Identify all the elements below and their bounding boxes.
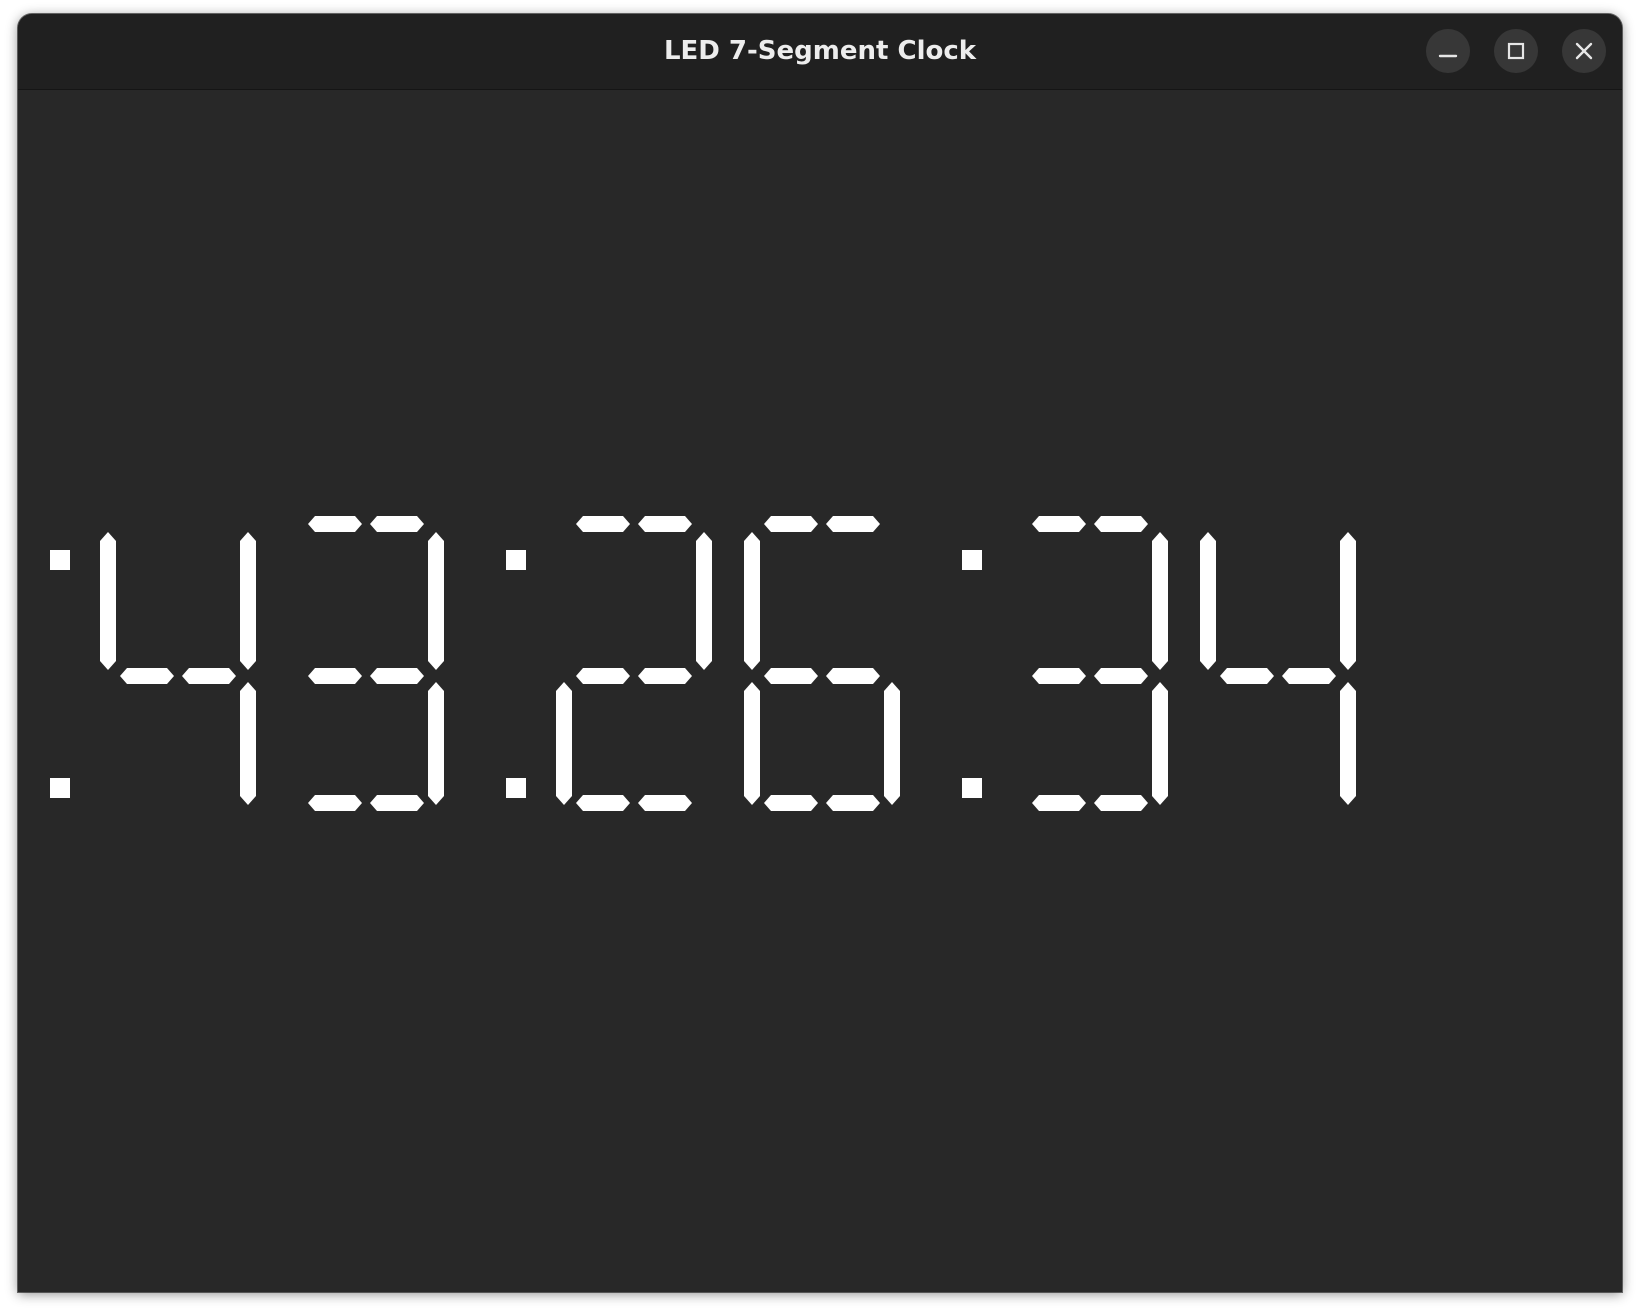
segment-f	[744, 532, 760, 670]
segment-g-left	[576, 668, 630, 684]
segment-g-right	[1094, 668, 1148, 684]
close-icon	[1575, 42, 1593, 60]
segment-g-right	[370, 668, 424, 684]
segment-b	[240, 532, 256, 670]
segment-g-left	[1220, 668, 1274, 684]
segment-a-right	[638, 516, 692, 532]
segment-a-right	[826, 516, 880, 532]
segment-c	[1340, 682, 1356, 805]
minimize-icon	[1438, 54, 1458, 58]
clock-colon-1	[506, 550, 526, 798]
segment-g-right	[638, 668, 692, 684]
segment-b	[1340, 532, 1356, 670]
clock-digit-1	[100, 532, 256, 805]
clock-digit-6	[1200, 532, 1356, 805]
clock-colon-2	[962, 550, 982, 798]
clock-digit-2	[308, 516, 444, 811]
segment-g-left	[120, 668, 174, 684]
segment-d-left	[1032, 795, 1086, 811]
segment-d-left	[308, 795, 362, 811]
clock-digit-3	[556, 516, 712, 811]
segment-c	[428, 682, 444, 805]
colon-dot-top	[962, 550, 982, 570]
segment-e	[556, 682, 572, 805]
app-window: LED 7-Segment Clock	[18, 14, 1622, 1292]
segment-d-left	[764, 795, 818, 811]
segment-g-left	[764, 668, 818, 684]
segment-b	[1152, 532, 1168, 670]
segment-g-left	[308, 668, 362, 684]
segment-f	[100, 532, 116, 670]
close-button[interactable]	[1562, 29, 1606, 73]
segment-a-right	[370, 516, 424, 532]
segment-b	[428, 532, 444, 670]
segment-a-left	[576, 516, 630, 532]
window-title: LED 7-Segment Clock	[663, 36, 977, 66]
segment-a-right	[1094, 516, 1148, 532]
seven-segment-clock	[50, 516, 1356, 811]
segment-b	[696, 532, 712, 670]
clock-colon-0	[50, 550, 70, 798]
clock-digit-4	[744, 516, 900, 811]
segment-d-left	[576, 795, 630, 811]
colon-dot-bottom	[962, 778, 982, 798]
clock-display-area	[18, 90, 1622, 1292]
colon-dot-top	[50, 550, 70, 570]
segment-g-right	[1282, 668, 1336, 684]
segment-a-left	[308, 516, 362, 532]
segment-c	[884, 682, 900, 805]
colon-dot-bottom	[506, 778, 526, 798]
segment-c	[1152, 682, 1168, 805]
maximize-icon	[1507, 42, 1525, 60]
segment-c	[240, 682, 256, 805]
minimize-button[interactable]	[1426, 29, 1470, 73]
segment-a-left	[764, 516, 818, 532]
segment-a-left	[1032, 516, 1086, 532]
colon-dot-bottom	[50, 778, 70, 798]
title-bar[interactable]: LED 7-Segment Clock	[18, 14, 1622, 90]
segment-g-left	[1032, 668, 1086, 684]
segment-d-right	[638, 795, 692, 811]
maximize-button[interactable]	[1494, 29, 1538, 73]
segment-d-right	[1094, 795, 1148, 811]
segment-e	[744, 682, 760, 805]
clock-digit-5	[1032, 516, 1168, 811]
segment-g-right	[826, 668, 880, 684]
segment-g-right	[182, 668, 236, 684]
segment-f	[1200, 532, 1216, 670]
segment-d-right	[370, 795, 424, 811]
colon-dot-top	[506, 550, 526, 570]
segment-d-right	[826, 795, 880, 811]
